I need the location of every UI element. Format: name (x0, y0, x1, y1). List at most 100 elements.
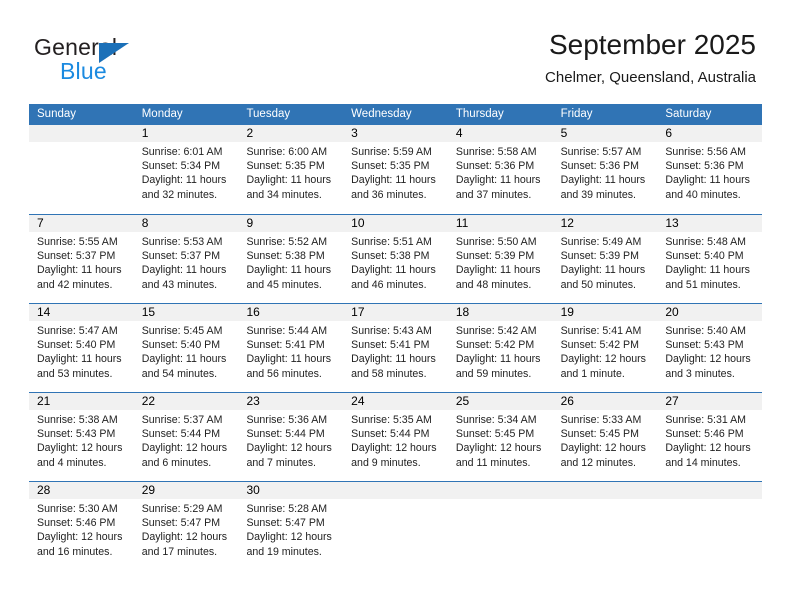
day-cell[interactable]: 27 Sunrise: 5:31 AM Sunset: 5:46 PM Dayl… (657, 393, 763, 481)
sunset-text: Sunset: 5:42 PM (560, 339, 639, 352)
day-cell[interactable]: 7 Sunrise: 5:55 AM Sunset: 5:37 PM Dayli… (29, 215, 134, 303)
day-cell[interactable]: 21 Sunrise: 5:38 AM Sunset: 5:43 PM Dayl… (29, 393, 134, 481)
daylight-text-line1: Daylight: 11 hours (141, 264, 227, 277)
day-cell[interactable]: 1 Sunrise: 6:01 AM Sunset: 5:34 PM Dayli… (133, 125, 239, 214)
sunrise-text: Sunrise: 5:53 AM (141, 236, 223, 248)
day-cell[interactable]: 9 Sunrise: 5:52 AM Sunset: 5:38 PM Dayli… (238, 215, 344, 303)
daylight-text-line2: and 59 minutes. (455, 367, 532, 380)
week-row: 1 Sunrise: 6:01 AM Sunset: 5:34 PM Dayli… (29, 125, 763, 214)
daylight-text-line2: and 54 minutes. (141, 367, 218, 380)
day-cell[interactable]: 6 Sunrise: 5:56 AM Sunset: 5:36 PM Dayli… (657, 125, 763, 214)
sunset-text: Sunset: 5:40 PM (141, 339, 221, 352)
sunrise-text: Sunrise: 5:59 AM (351, 146, 432, 158)
page-header: General Blue September 2025 Chelmer, Que… (0, 0, 792, 100)
day-details: Sunrise: 5:53 AM Sunset: 5:37 PM Dayligh… (134, 232, 239, 292)
day-cell (343, 482, 448, 570)
day-details (657, 499, 762, 502)
day-number: 15 (133, 304, 239, 321)
day-details (448, 499, 553, 502)
weekday-header-saturday: Saturday (665, 108, 712, 120)
day-number (447, 482, 553, 499)
day-cell[interactable]: 19 Sunrise: 5:41 AM Sunset: 5:42 PM Dayl… (552, 304, 658, 392)
title-block: September 2025 Chelmer, Queensland, Aust… (545, 28, 756, 89)
sunrise-text: Sunrise: 5:48 AM (665, 236, 746, 248)
week-row: 14 Sunrise: 5:47 AM Sunset: 5:40 PM Dayl… (29, 303, 763, 392)
sunset-text: Sunset: 5:47 PM (246, 517, 325, 530)
day-details: Sunrise: 5:58 AM Sunset: 5:36 PM Dayligh… (448, 142, 553, 202)
sunrise-text: Sunrise: 5:33 AM (560, 414, 642, 426)
day-cell[interactable]: 24 Sunrise: 5:35 AM Sunset: 5:44 PM Dayl… (343, 393, 448, 481)
daylight-text-line2: and 17 minutes. (141, 545, 218, 558)
daylight-text-line1: Daylight: 12 hours (560, 353, 646, 366)
day-cell[interactable]: 26 Sunrise: 5:33 AM Sunset: 5:45 PM Dayl… (552, 393, 658, 481)
day-number: 6 (657, 125, 763, 142)
day-cell[interactable]: 22 Sunrise: 5:37 AM Sunset: 5:44 PM Dayl… (133, 393, 239, 481)
daylight-text-line1: Daylight: 11 hours (141, 174, 227, 187)
day-cell[interactable]: 15 Sunrise: 5:45 AM Sunset: 5:40 PM Dayl… (133, 304, 239, 392)
sunrise-text: Sunrise: 5:30 AM (37, 503, 118, 515)
day-cell[interactable]: 17 Sunrise: 5:43 AM Sunset: 5:41 PM Dayl… (343, 304, 448, 392)
sunset-text: Sunset: 5:42 PM (455, 339, 535, 352)
day-details: Sunrise: 5:59 AM Sunset: 5:35 PM Dayligh… (343, 142, 448, 202)
day-cell[interactable]: 2 Sunrise: 6:00 AM Sunset: 5:35 PM Dayli… (238, 125, 344, 214)
day-cell[interactable]: 16 Sunrise: 5:44 AM Sunset: 5:41 PM Dayl… (238, 304, 344, 392)
sunrise-text: Sunrise: 5:45 AM (141, 325, 223, 337)
sunrise-text: Sunrise: 5:55 AM (37, 236, 118, 248)
day-number: 13 (657, 215, 763, 232)
day-cell[interactable]: 13 Sunrise: 5:48 AM Sunset: 5:40 PM Dayl… (657, 215, 763, 303)
daylight-text-line2: and 36 minutes. (351, 188, 427, 201)
day-details: Sunrise: 5:42 AM Sunset: 5:42 PM Dayligh… (448, 321, 553, 381)
day-details: Sunrise: 5:57 AM Sunset: 5:36 PM Dayligh… (553, 142, 658, 202)
daylight-text-line2: and 48 minutes. (455, 278, 532, 291)
day-number: 24 (343, 393, 448, 410)
day-number: 11 (447, 215, 553, 232)
day-cell[interactable]: 30 Sunrise: 5:28 AM Sunset: 5:47 PM Dayl… (238, 482, 344, 570)
daylight-text-line2: and 19 minutes. (246, 545, 322, 558)
day-cell[interactable]: 25 Sunrise: 5:34 AM Sunset: 5:45 PM Dayl… (447, 393, 553, 481)
daylight-text-line1: Daylight: 11 hours (246, 353, 332, 366)
sunrise-text: Sunrise: 5:38 AM (37, 414, 118, 426)
day-cell[interactable]: 29 Sunrise: 5:29 AM Sunset: 5:47 PM Dayl… (133, 482, 239, 570)
daylight-text-line1: Daylight: 12 hours (141, 442, 228, 455)
daylight-text-line1: Daylight: 11 hours (141, 353, 227, 366)
day-number: 19 (552, 304, 658, 321)
week-row: 28 Sunrise: 5:30 AM Sunset: 5:46 PM Dayl… (29, 481, 763, 570)
sunset-text: Sunset: 5:39 PM (455, 250, 535, 263)
day-cell[interactable]: 10 Sunrise: 5:51 AM Sunset: 5:38 PM Dayl… (343, 215, 448, 303)
sunset-text: Sunset: 5:47 PM (141, 517, 221, 530)
day-cell[interactable]: 8 Sunrise: 5:53 AM Sunset: 5:37 PM Dayli… (133, 215, 239, 303)
week-row: 21 Sunrise: 5:38 AM Sunset: 5:43 PM Dayl… (29, 392, 763, 481)
daylight-text-line1: Daylight: 12 hours (37, 531, 123, 544)
day-details: Sunrise: 5:38 AM Sunset: 5:43 PM Dayligh… (29, 410, 134, 470)
day-cell[interactable]: 5 Sunrise: 5:57 AM Sunset: 5:36 PM Dayli… (552, 125, 658, 214)
day-cell[interactable]: 14 Sunrise: 5:47 AM Sunset: 5:40 PM Dayl… (29, 304, 134, 392)
day-details: Sunrise: 5:44 AM Sunset: 5:41 PM Dayligh… (238, 321, 343, 381)
sunrise-text: Sunrise: 5:51 AM (351, 236, 432, 248)
daylight-text-line1: Daylight: 11 hours (246, 174, 332, 187)
daylight-text-line2: and 1 minute. (560, 367, 625, 380)
day-details: Sunrise: 5:37 AM Sunset: 5:44 PM Dayligh… (134, 410, 239, 470)
day-details: Sunrise: 5:48 AM Sunset: 5:40 PM Dayligh… (657, 232, 762, 292)
daylight-text-line1: Daylight: 12 hours (455, 442, 542, 455)
day-details: Sunrise: 6:01 AM Sunset: 5:34 PM Dayligh… (134, 142, 239, 202)
day-number: 26 (552, 393, 658, 410)
day-cell[interactable]: 11 Sunrise: 5:50 AM Sunset: 5:39 PM Dayl… (447, 215, 553, 303)
sunrise-text: Sunrise: 5:40 AM (665, 325, 746, 337)
sunset-text: Sunset: 5:37 PM (37, 250, 116, 263)
day-cell[interactable]: 20 Sunrise: 5:40 AM Sunset: 5:43 PM Dayl… (657, 304, 763, 392)
general-blue-logo[interactable]: General Blue (34, 34, 234, 86)
day-details: Sunrise: 5:40 AM Sunset: 5:43 PM Dayligh… (657, 321, 762, 381)
day-cell[interactable]: 4 Sunrise: 5:58 AM Sunset: 5:36 PM Dayli… (447, 125, 553, 214)
day-details: Sunrise: 5:34 AM Sunset: 5:45 PM Dayligh… (448, 410, 553, 470)
day-cell[interactable]: 3 Sunrise: 5:59 AM Sunset: 5:35 PM Dayli… (343, 125, 448, 214)
day-cell[interactable]: 18 Sunrise: 5:42 AM Sunset: 5:42 PM Dayl… (447, 304, 553, 392)
daylight-text-line2: and 40 minutes. (665, 188, 741, 201)
daylight-text-line2: and 56 minutes. (246, 367, 322, 380)
day-cell[interactable]: 28 Sunrise: 5:30 AM Sunset: 5:46 PM Dayl… (29, 482, 134, 570)
sunset-text: Sunset: 5:37 PM (141, 250, 221, 263)
day-number (657, 482, 763, 499)
weekday-header-monday: Monday (141, 108, 183, 120)
day-cell[interactable]: 12 Sunrise: 5:49 AM Sunset: 5:39 PM Dayl… (552, 215, 658, 303)
day-cell[interactable]: 23 Sunrise: 5:36 AM Sunset: 5:44 PM Dayl… (238, 393, 344, 481)
weekday-header-wednesday: Wednesday (351, 108, 412, 120)
